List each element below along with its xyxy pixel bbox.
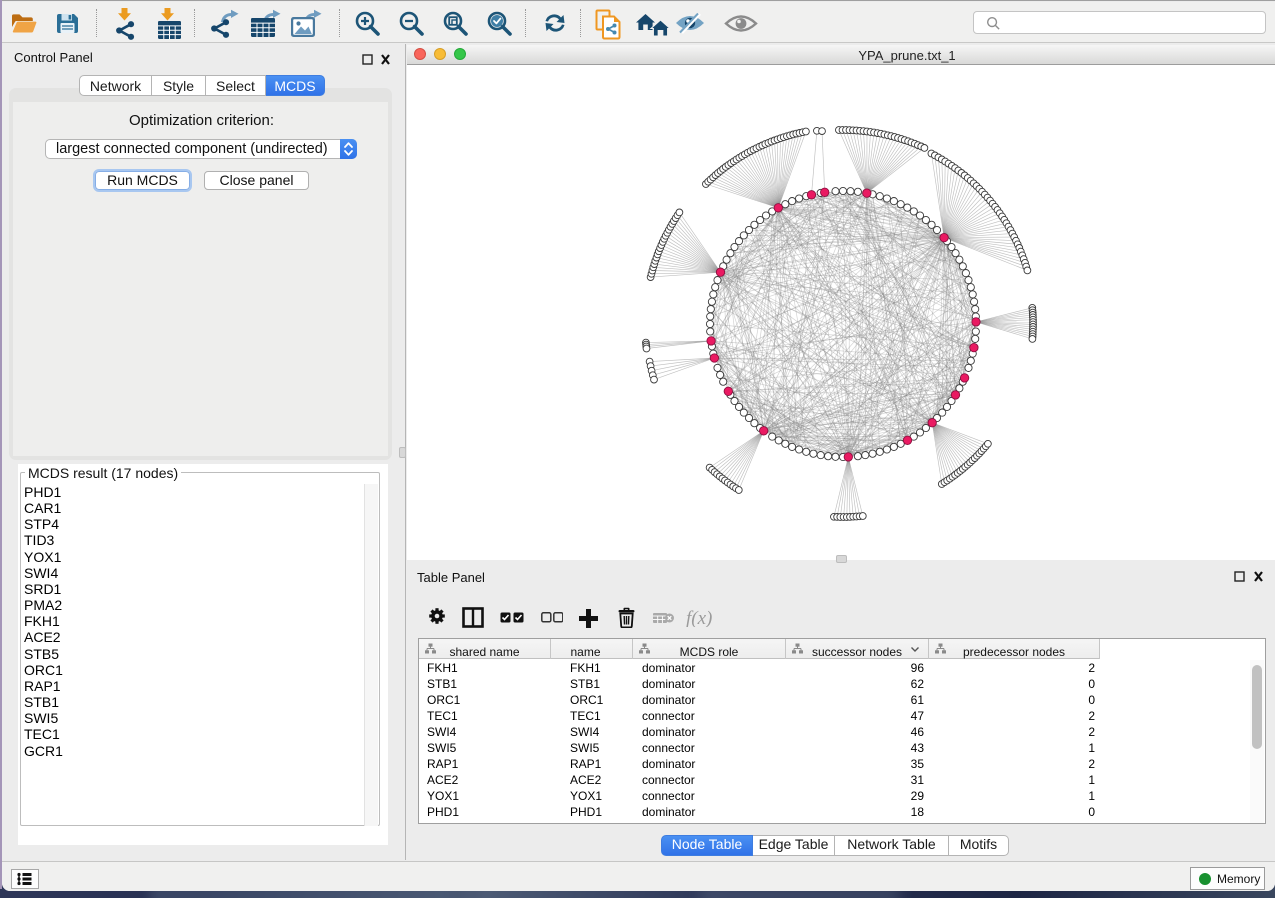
svg-text:f(x): f(x): [686, 609, 712, 627]
